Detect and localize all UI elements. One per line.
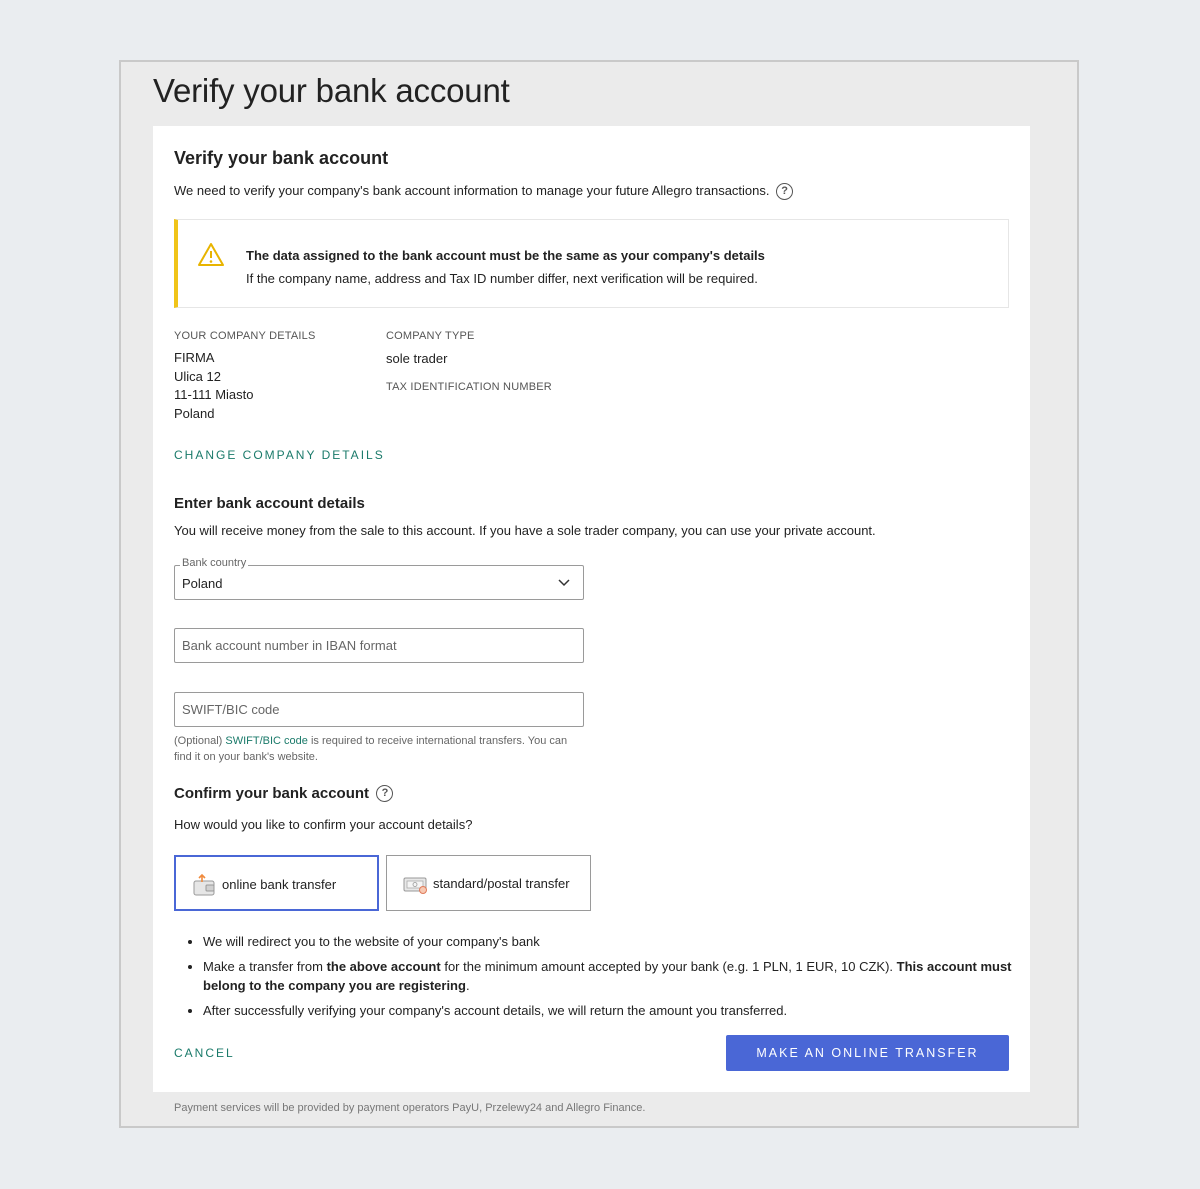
bank-country-value: Poland [182,576,223,591]
list-item: Make a transfer from the above account f… [203,957,1023,995]
make-online-transfer-button[interactable]: MAKE AN ONLINE TRANSFER [726,1035,1009,1071]
instructions-list: We will redirect you to the website of y… [181,932,1023,1026]
change-company-details-link[interactable]: CHANGE COMPANY DETAILS [174,448,385,462]
address-line: FIRMA [174,350,215,365]
warning-triangle-icon [197,242,225,273]
intro-label: We need to verify your company's bank ac… [174,183,770,198]
verify-card: Verify your bank account We need to veri… [153,126,1030,1092]
bullet-text: We will redirect you to the website of y… [203,934,540,949]
swift-input[interactable]: SWIFT/BIC code [174,692,584,727]
tax-id-label: TAX IDENTIFICATION NUMBER [386,381,552,393]
iban-placeholder: Bank account number in IBAN format [182,638,397,653]
alert-body: If the company name, address and Tax ID … [246,271,758,286]
list-item: After successfully verifying your compan… [203,1001,1023,1020]
bank-country-label: Bank country [180,557,249,569]
warning-alert: The data assigned to the bank account mu… [174,219,1009,308]
list-item: We will redirect you to the website of y… [203,932,1023,951]
company-address: FIRMA Ulica 12 11-111 Miasto Poland [174,349,254,423]
option-label: standard/postal transfer [433,876,570,891]
option-standard-postal-transfer[interactable]: standard/postal transfer [386,855,591,911]
iban-input[interactable]: Bank account number in IBAN format [174,628,584,663]
swift-hint-text: is required to receive international tra… [310,735,568,747]
bank-details-description: You will receive money from the sale to … [174,523,876,538]
bank-details-heading: Enter bank account details [174,495,365,512]
swift-hint-line2: find it on your bank's website. [174,751,318,763]
card-title: Verify your bank account [174,148,389,168]
swift-info-link[interactable]: SWIFT/BIC code [225,735,308,747]
wallet-upload-icon [192,873,216,902]
bullet-text: for the minimum amount accepted by your … [444,959,894,974]
intro-text: We need to verify your company's bank ac… [174,183,794,201]
address-line: Ulica 12 [174,368,221,384]
bullet-text: . [465,978,470,993]
option-online-bank-transfer[interactable]: online bank transfer [174,855,379,911]
cancel-button[interactable]: CANCEL [174,1046,235,1060]
question-circle-icon[interactable]: ? [376,785,394,803]
bullet-text: Make a transfer from [203,959,323,974]
footer-note: Payment services will be provided by pay… [174,1102,646,1114]
confirm-heading: Confirm your bank account [174,785,370,802]
swift-hint: (Optional) SWIFT/BIC code is required to… [174,733,594,765]
alert-title: The data assigned to the bank account mu… [246,248,765,263]
option-label: online bank transfer [222,877,337,892]
confirm-heading-row: Confirm your bank account ? [174,785,394,803]
chevron-down-icon [557,576,571,595]
bullet-text: After successfully verifying your compan… [203,1003,788,1018]
company-type-value: sole trader [386,351,448,366]
confirm-question: How would you like to confirm your accou… [174,817,473,832]
address-line: Poland [174,405,215,421]
bullet-emphasis: the above account [326,959,441,974]
swift-placeholder: SWIFT/BIC code [182,702,280,717]
swift-hint-prefix: (Optional) [174,735,223,747]
cash-envelope-icon [403,872,429,901]
question-circle-icon[interactable]: ? [776,183,794,201]
address-line: 11-111 Miasto [174,387,254,402]
bank-country-select[interactable]: Bank country Poland [174,557,584,600]
company-type-label: COMPANY TYPE [386,330,475,342]
page-title: Verify your bank account [153,72,510,109]
company-details-label: YOUR COMPANY DETAILS [174,330,316,342]
